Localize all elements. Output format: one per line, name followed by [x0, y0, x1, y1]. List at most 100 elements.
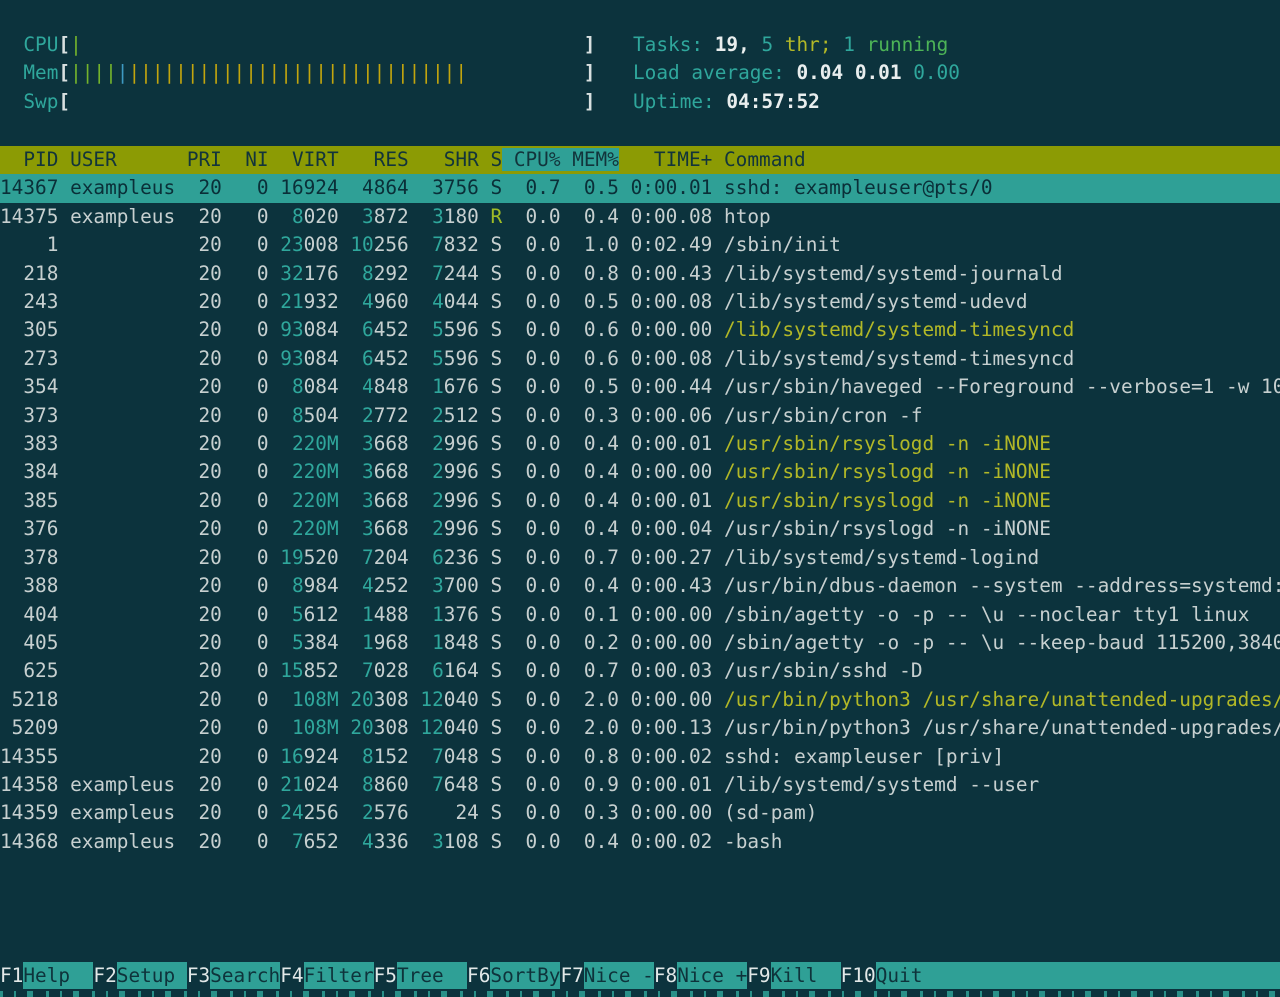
process-row-243[interactable]: 243 20 0 21932 4960 4044 S 0.0 0.5 0:00.… [0, 288, 1280, 316]
spacer [222, 318, 234, 341]
column-header-ni[interactable]: NI [234, 148, 269, 171]
spacer [832, 33, 844, 56]
process-row-378[interactable]: 378 20 0 19520 7204 6236 S 0.0 0.7 0:00.… [0, 544, 1280, 572]
spacer [339, 631, 351, 654]
column-header-time[interactable]: TIME+ [631, 148, 713, 171]
process-row-1[interactable]: 1 20 0 23008 10256 7832 S 0.0 1.0 0:02.4… [0, 231, 1280, 259]
cell-res: 668 [374, 517, 409, 540]
spacer [175, 176, 187, 199]
meter-bracket-open: [ [58, 61, 70, 84]
cell-shr: 996 [444, 517, 479, 540]
cell-shr: 996 [444, 489, 479, 512]
spacer [175, 659, 187, 682]
process-row-5209[interactable]: 5209 20 0 108M 20308 12040 S 0.0 2.0 0:0… [0, 714, 1280, 742]
cell-virt-mb: 8 [280, 375, 303, 398]
fkey-F1[interactable]: F1Help [0, 962, 93, 989]
cell-user [70, 432, 175, 455]
column-header-user[interactable]: USER [70, 148, 175, 171]
process-row-14359[interactable]: 14359 exampleus 20 0 24256 2576 24 S 0.0… [0, 799, 1280, 827]
process-row-385[interactable]: 385 20 0 220M 3668 2996 S 0.0 0.4 0:00.0… [0, 487, 1280, 515]
spacer [409, 631, 421, 654]
process-row-5218[interactable]: 5218 20 0 108M 20308 12040 S 0.0 2.0 0:0… [0, 686, 1280, 714]
process-row-273[interactable]: 273 20 0 93084 6452 5596 S 0.0 0.6 0:00.… [0, 345, 1280, 373]
column-header-mem[interactable]: MEM% [561, 148, 619, 171]
process-row-14367[interactable]: 14367 exampleus 20 0 16924 4864 3756 S 0… [0, 174, 1280, 202]
process-row-383[interactable]: 383 20 0 220M 3668 2996 S 0.0 0.4 0:00.0… [0, 430, 1280, 458]
spacer [269, 801, 281, 824]
cell-ni: 0 [234, 205, 269, 228]
cell-pid: 14368 [0, 830, 58, 853]
process-row-376[interactable]: 376 20 0 220M 3668 2996 S 0.0 0.4 0:00.0… [0, 515, 1280, 543]
process-row-14375[interactable]: 14375 exampleus 20 0 8020 3872 3180 R 0.… [0, 203, 1280, 231]
fkey-F9[interactable]: F9Kill [747, 962, 840, 989]
process-row-14358[interactable]: 14358 exampleus 20 0 21024 8860 7648 S 0… [0, 771, 1280, 799]
process-row-14355[interactable]: 14355 20 0 16924 8152 7048 S 0.0 0.8 0:0… [0, 743, 1280, 771]
column-header-cpu[interactable]: CPU% [502, 148, 560, 171]
column-header-shr[interactable]: SHR [420, 148, 478, 171]
process-row-404[interactable]: 404 20 0 5612 1488 1376 S 0.0 0.1 0:00.0… [0, 601, 1280, 629]
spacer [712, 830, 724, 853]
column-header-command[interactable]: Command [724, 148, 1280, 171]
spacer [409, 574, 421, 597]
spacer [339, 347, 351, 370]
clipped-terminal-line [0, 991, 1280, 997]
spacer [269, 375, 281, 398]
process-row-305[interactable]: 305 20 0 93084 6452 5596 S 0.0 0.6 0:00.… [0, 316, 1280, 344]
cell-pri: 20 [187, 631, 222, 654]
fkey-F5[interactable]: F5Tree [374, 962, 467, 989]
fkey-F6[interactable]: F6SortBy [467, 962, 560, 989]
process-row-625[interactable]: 625 20 0 15852 7028 6164 S 0.0 0.7 0:00.… [0, 657, 1280, 685]
spacer [409, 716, 421, 739]
column-header-pri[interactable]: PRI [187, 148, 222, 171]
fkey-F7[interactable]: F7Nice - [560, 962, 653, 989]
fkey-F4[interactable]: F4Filter [280, 962, 373, 989]
column-header-virt[interactable]: VIRT [280, 148, 338, 171]
spacer [269, 233, 281, 256]
column-header-res[interactable]: RES [350, 148, 408, 171]
spacer [58, 801, 70, 824]
load-average-line: Load average: 0.04 0.01 0.00 [633, 59, 960, 87]
spacer [58, 318, 70, 341]
spacer [269, 603, 281, 626]
spacer [222, 631, 234, 654]
cell-virt-mb: 16 [280, 176, 303, 199]
cell-cpu: 0.0 [502, 347, 560, 370]
process-row-354[interactable]: 354 20 0 8084 4848 1676 S 0.0 0.5 0:00.4… [0, 373, 1280, 401]
cell-pid: 14355 [0, 745, 58, 768]
spacer [222, 716, 234, 739]
cell-user: exampleus [70, 176, 175, 199]
spacer [269, 290, 281, 313]
cell-res: 968 [374, 631, 409, 654]
fkey-F2[interactable]: F2Setup [93, 962, 186, 989]
cell-pid: 14358 [0, 773, 58, 796]
htop-terminal: CPU[| ] Mem[||||||||||||||||||||||||||||… [0, 0, 1280, 997]
column-header-s[interactable]: S [490, 148, 502, 171]
spacer [58, 631, 70, 654]
process-row-388[interactable]: 388 20 0 8984 4252 3700 S 0.0 0.4 0:00.4… [0, 572, 1280, 600]
fkey-F8[interactable]: F8Nice + [654, 962, 747, 989]
spacer [269, 262, 281, 285]
spacer [409, 148, 421, 171]
cell-state: S [491, 603, 503, 626]
process-row-14368[interactable]: 14368 exampleus 20 0 7652 4336 3108 S 0.… [0, 828, 1280, 856]
cell-pri: 20 [187, 290, 222, 313]
process-row-405[interactable]: 405 20 0 5384 1968 1848 S 0.0 0.2 0:00.0… [0, 629, 1280, 657]
cell-cpu: 0.0 [502, 375, 560, 398]
process-row-384[interactable]: 384 20 0 220M 3668 2996 S 0.0 0.4 0:00.0… [0, 458, 1280, 486]
fkey-F3[interactable]: F3Search [187, 962, 280, 989]
load-15min: 0.00 [902, 61, 960, 84]
spacer [58, 716, 70, 739]
fkey-F10[interactable]: F10Quit [841, 962, 1280, 989]
spacer [712, 432, 724, 455]
cell-res: 336 [374, 830, 409, 853]
column-header-pid[interactable]: PID [0, 148, 58, 171]
cell-pri: 20 [187, 603, 222, 626]
spacer [712, 404, 724, 427]
cell-shr: 044 [444, 290, 479, 313]
process-row-373[interactable]: 373 20 0 8504 2772 2512 S 0.0 0.3 0:00.0… [0, 402, 1280, 430]
cell-cpu: 0.0 [502, 318, 560, 341]
cell-ni: 0 [234, 801, 269, 824]
cell-res-mb: 8 [350, 773, 373, 796]
cell-virt-mb: 93 [280, 318, 303, 341]
process-row-218[interactable]: 218 20 0 32176 8292 7244 S 0.0 0.8 0:00.… [0, 260, 1280, 288]
